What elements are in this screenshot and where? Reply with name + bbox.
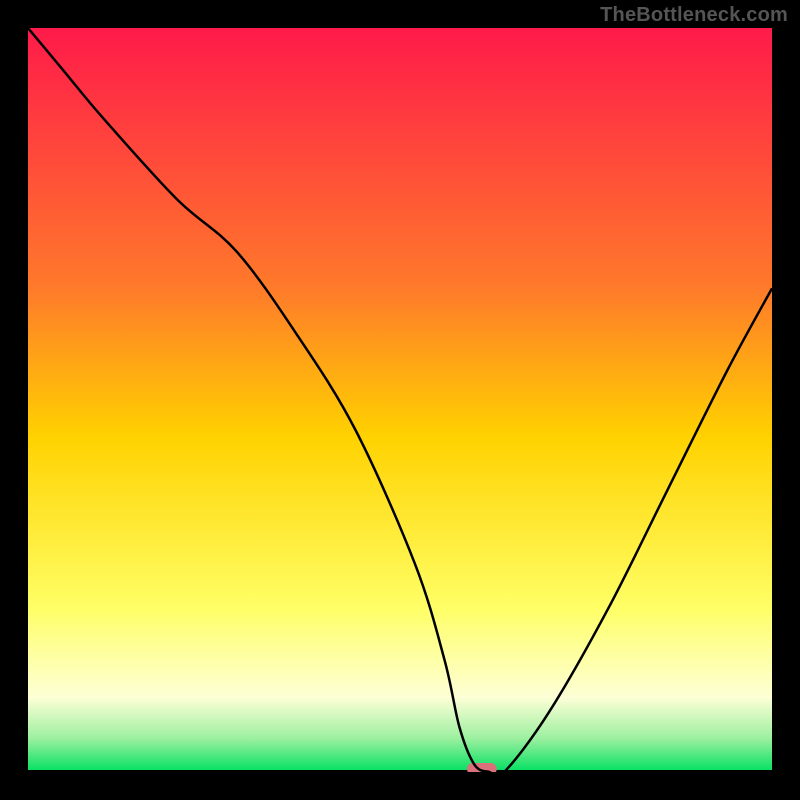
chart-frame: TheBottleneck.com bbox=[0, 0, 800, 800]
watermark-text: TheBottleneck.com bbox=[600, 4, 788, 27]
bottleneck-chart bbox=[28, 28, 772, 772]
gradient-background bbox=[28, 28, 772, 772]
plot-area bbox=[28, 28, 772, 772]
